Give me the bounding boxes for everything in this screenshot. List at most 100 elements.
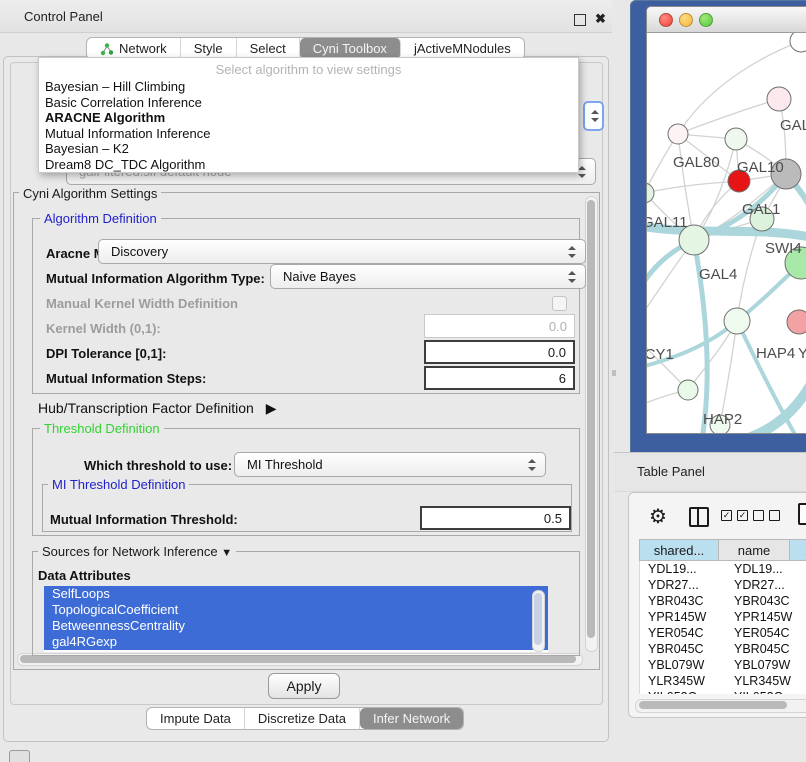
manual-kernel-checkbox[interactable] (552, 296, 567, 311)
column-header-shared-[interactable]: shared... (639, 539, 719, 561)
tab-discretize-data[interactable]: Discretize Data (245, 708, 360, 729)
network-edge[interactable] (678, 99, 779, 134)
algorithm-option[interactable]: ARACNE Algorithm (39, 110, 578, 126)
tab-network[interactable]: Network (87, 38, 181, 59)
chevron-down-icon[interactable]: ▼ (221, 547, 232, 559)
tab-select[interactable]: Select (237, 38, 300, 59)
table-row[interactable]: YIL052CYIL052C9. (640, 689, 806, 694)
mi-type-label: Mutual Information Algorithm Type: (46, 271, 265, 286)
table-row[interactable]: YDR27...YDR27...12 (640, 577, 806, 593)
table-cell: YPR145W (726, 609, 804, 625)
aracne-mode-combobox[interactable]: Discovery (98, 239, 586, 264)
mi-threshold-field[interactable]: 0.5 (420, 506, 571, 530)
tab-infer-network[interactable]: Infer Network (360, 708, 463, 729)
sources-title-row[interactable]: Sources for Network Inference ▼ (38, 544, 236, 559)
table-row[interactable]: YER054CYER054C8. (640, 625, 806, 641)
combo-spinner-icon (590, 110, 599, 122)
hub-factor-section[interactable]: Hub/Transcription Factor Definition ▶ (38, 400, 276, 417)
combo-spinner-icon (567, 246, 576, 258)
export-table-icon[interactable] (798, 503, 806, 525)
column-header-a[interactable]: A (790, 539, 806, 561)
algorithm-option[interactable]: Mutual Information Inference (39, 126, 578, 142)
table-body[interactable]: YDL19...YDL19...13YDR27...YDR27...12YBR0… (639, 561, 806, 694)
settings-vscrollbar-thumb[interactable] (587, 200, 595, 638)
column-header-name[interactable]: name (719, 539, 790, 561)
table-hscrollbar[interactable] (635, 699, 806, 713)
settings-vscrollbar[interactable] (585, 196, 598, 652)
settings-hscrollbar-thumb[interactable] (20, 655, 576, 663)
network-view-window[interactable]: GALGAL80GAL10GAL1GAL11SWI4GAL4GCY1HAP4YH… (646, 6, 806, 434)
close-traffic-light-icon[interactable] (659, 13, 673, 27)
tab-style[interactable]: Style (181, 38, 237, 59)
data-attribute-item[interactable]: SelfLoops (44, 586, 548, 602)
chevron-right-icon[interactable]: ▶ (266, 400, 277, 416)
network-graph (647, 33, 806, 433)
network-node[interactable] (668, 124, 688, 144)
table-row[interactable]: YBL079WYBL079W (640, 657, 806, 673)
columns-icon[interactable] (689, 507, 709, 527)
network-edge[interactable] (647, 181, 739, 193)
kernel-width-field[interactable]: 0.0 (424, 314, 575, 338)
infer-tabs: Impute DataDiscretize DataInfer Network (146, 707, 464, 730)
mi-steps-field[interactable]: 6 (424, 366, 575, 390)
combo-spinner-icon (567, 271, 576, 283)
unchecked-box-icon (769, 510, 780, 521)
close-icon[interactable]: ✖ (594, 12, 607, 25)
network-node[interactable] (647, 183, 654, 203)
network-node[interactable] (725, 128, 747, 150)
network-node[interactable] (787, 310, 806, 334)
data-attribute-item[interactable]: TopologicalCoefficient (44, 602, 548, 618)
mi-threshold-label: Mutual Information Threshold: (50, 512, 238, 527)
data-attributes-list[interactable]: SelfLoopsTopologicalCoefficientBetweenne… (44, 586, 548, 652)
attr-list-vscrollbar-thumb[interactable] (534, 593, 542, 645)
table-cell: YBL079W (726, 657, 804, 673)
network-node[interactable] (724, 308, 750, 334)
mi-type-value: Naive Bayes (283, 269, 356, 284)
zoom-traffic-light-icon[interactable] (699, 13, 713, 27)
node-label-gal11: GAL11 (646, 214, 688, 231)
which-threshold-label: Which threshold to use: (84, 458, 232, 473)
table-row[interactable]: YBR043CYBR043C (640, 593, 806, 609)
minimize-traffic-light-icon[interactable] (679, 13, 693, 27)
select-all-columns-icon[interactable]: ✓ ✓ (721, 505, 755, 523)
network-window-titlebar[interactable] (647, 7, 806, 33)
network-node[interactable] (790, 33, 806, 52)
table-cell: YBR045C (726, 641, 804, 657)
table-row[interactable]: YDL19...YDL19...13 (640, 561, 806, 577)
attr-list-vscrollbar[interactable] (532, 590, 545, 652)
tab-impute-data[interactable]: Impute Data (147, 708, 245, 729)
algorithm-option[interactable]: Basic Correlation Inference (39, 95, 578, 111)
tab-label: Network (119, 41, 167, 56)
network-node[interactable] (678, 380, 698, 400)
unselect-all-columns-icon[interactable] (753, 505, 787, 523)
network-node[interactable] (767, 87, 791, 111)
table-row[interactable]: YPR145WYPR145W9. (640, 609, 806, 625)
tab-label: Cyni Toolbox (313, 41, 387, 56)
dpi-tolerance-field[interactable]: 0.0 (424, 340, 575, 364)
network-edge[interactable] (720, 321, 737, 425)
network-canvas[interactable]: GALGAL80GAL10GAL1GAL11SWI4GAL4GCY1HAP4YH… (647, 33, 806, 433)
table-hscrollbar-thumb[interactable] (639, 701, 787, 709)
which-threshold-combobox[interactable]: MI Threshold (234, 452, 546, 477)
table-header-row: shared...nameA (639, 539, 806, 561)
data-attributes-label: Data Attributes (38, 568, 131, 583)
float-window-icon[interactable] (574, 14, 586, 26)
algorithm-option[interactable]: Bayesian – Hill Climbing (39, 79, 578, 95)
apply-button[interactable]: Apply (268, 673, 340, 699)
table-row[interactable]: YLR345WYLR345W9. (640, 673, 806, 689)
tab-jactivemnodules[interactable]: jActiveMNodules (401, 38, 524, 59)
table-cell: YLR345W (726, 673, 804, 689)
table-cell: YPR145W (640, 609, 726, 625)
split-divider-handle[interactable] (612, 370, 616, 376)
tab-cyni-toolbox[interactable]: Cyni Toolbox (300, 38, 401, 59)
checked-box-icon: ✓ (737, 510, 748, 521)
algorithm-option[interactable]: Bayesian – K2 (39, 141, 578, 157)
algorithm-option[interactable]: Dream8 DC_TDC Algorithm (39, 157, 578, 173)
minimized-panel-icon[interactable] (9, 750, 30, 762)
focused-combo-spinner[interactable] (583, 101, 604, 131)
gear-icon[interactable]: ⚙ (649, 507, 667, 527)
data-attribute-item[interactable]: BetweennessCentrality (44, 618, 548, 634)
data-attribute-item[interactable]: gal4RGexp (44, 634, 548, 650)
table-row[interactable]: YBR045CYBR045C9. (640, 641, 806, 657)
mi-type-combobox[interactable]: Naive Bayes (270, 264, 586, 289)
